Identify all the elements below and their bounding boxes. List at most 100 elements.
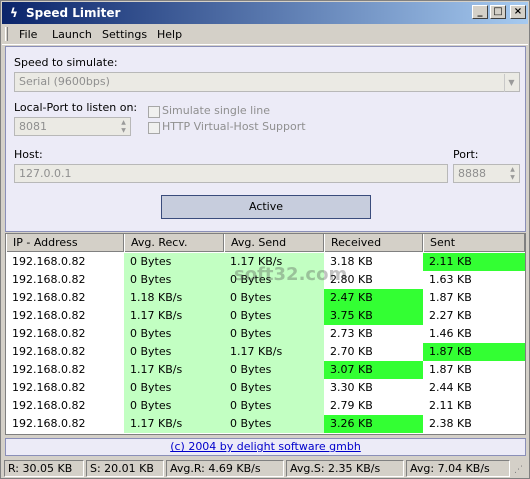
cell-received: 3.30 KB	[330, 381, 373, 394]
status-avg-total: Avg: 7.04 KB/s	[406, 460, 510, 477]
cell-avg-recv-speed: 0 Bytes	[124, 397, 224, 415]
col-received[interactable]: Received	[324, 234, 423, 252]
cell-avg-recv-speed: 0 Bytes	[124, 379, 224, 397]
cell-ip-address: 192.168.0.82	[12, 327, 86, 340]
cell-received: 2.70 KB	[330, 345, 373, 358]
app-window: ϟ Speed Limiter _ □ × File Launch Settin…	[0, 0, 530, 479]
status-received-total: R: 30.05 KB	[4, 460, 84, 477]
cell-sent: 2.27 KB	[429, 309, 472, 322]
cell-avg-recv-speed: 0 Bytes	[124, 253, 224, 271]
minimize-button[interactable]: _	[472, 5, 488, 19]
cell-sent: 1.87 KB	[429, 363, 472, 376]
cell-sent: 2.11 KB	[429, 399, 472, 412]
cell-ip-address: 192.168.0.82	[12, 399, 86, 412]
cell-avg-recv-speed: 0 Bytes	[124, 343, 224, 361]
cell-sent: 2.11 KB	[423, 253, 525, 271]
table-row[interactable]: 192.168.0.82 0 Bytes 1.17 KB/s 2.70 KB 1.87 …	[6, 343, 525, 361]
local-port-value: 8081	[19, 120, 47, 133]
local-port-spinner[interactable]: 8081 ▲ ▼	[14, 117, 131, 136]
title-bar[interactable]: ϟ Speed Limiter _ □ ×	[2, 2, 528, 24]
cell-received: 2.47 KB	[324, 289, 423, 307]
table-row[interactable]: 192.168.0.82 1.17 KB/s 0 Bytes 3.26 KB 2.38 …	[6, 415, 525, 433]
speed-label: Speed to simulate:	[14, 56, 118, 69]
watermark: soft32.com	[234, 264, 348, 285]
table-row[interactable]: 192.168.0.82 0 Bytes 0 Bytes 3.30 KB 2.44 KB	[6, 379, 525, 397]
cell-sent: 2.44 KB	[429, 381, 472, 394]
host-label: Host:	[14, 148, 43, 161]
host-value: 127.0.0.1	[19, 167, 72, 180]
col-ip-address[interactable]: IP - Address	[6, 234, 124, 252]
cell-avg-recv-speed: 1.17 KB/s	[124, 361, 224, 379]
local-port-label: Local-Port to listen on:	[14, 101, 138, 114]
footer-bar: (c) 2004 by delight software gmbh	[5, 438, 526, 456]
cell-ip-address: 192.168.0.82	[12, 273, 86, 286]
table-header: IP - Address Avg. Recv. Speed Avg. Send …	[6, 234, 525, 267]
cell-avg-send-speed: 0 Bytes	[224, 415, 324, 433]
table-row[interactable]: 192.168.0.82 1.18 KB/s 0 Bytes 2.47 KB 1.87 …	[6, 289, 525, 307]
maximize-button[interactable]: □	[490, 5, 506, 19]
status-avg-recv: Avg.R: 4.69 KB/s	[166, 460, 284, 477]
cell-avg-send-speed: 0 Bytes	[224, 307, 324, 325]
table-row[interactable]: 192.168.0.82 1.17 KB/s 0 Bytes 3.07 KB 1.87 …	[6, 361, 525, 379]
menu-bar: File Launch Settings Help	[2, 24, 528, 45]
status-sent-total: S: 20.01 KB	[86, 460, 164, 477]
menu-file[interactable]: File	[19, 27, 37, 42]
simulate-single-line-checkbox[interactable]	[148, 106, 160, 118]
table-row[interactable]: 192.168.0.82 0 Bytes 0 Bytes 2.79 KB 2.11 KB	[6, 397, 525, 415]
resize-grip-icon[interactable]: ⋰	[514, 464, 526, 476]
cell-ip-address: 192.168.0.82	[12, 381, 86, 394]
speed-select[interactable]: Serial (9600bps) ▼	[14, 72, 520, 92]
cell-sent: 2.38 KB	[429, 417, 472, 430]
host-field[interactable]: 127.0.0.1	[14, 164, 448, 183]
table-row[interactable]: 192.168.0.82 1.17 KB/s 0 Bytes 3.75 KB 2.27 …	[6, 307, 525, 325]
active-button[interactable]: Active	[161, 195, 371, 219]
spinner-arrows-icon[interactable]: ▲ ▼	[507, 166, 518, 183]
close-button[interactable]: ×	[510, 5, 526, 19]
cell-received: 3.75 KB	[324, 307, 423, 325]
copyright-link[interactable]: (c) 2004 by delight software gmbh	[170, 440, 361, 453]
menu-help[interactable]: Help	[157, 27, 182, 42]
cell-ip-address: 192.168.0.82	[12, 363, 86, 376]
window-title: Speed Limiter	[26, 6, 121, 20]
cell-received: 3.07 KB	[324, 361, 423, 379]
cell-avg-send-speed: 0 Bytes	[224, 325, 324, 343]
cell-sent: 1.87 KB	[423, 343, 525, 361]
cell-received: 2.73 KB	[330, 327, 373, 340]
cell-ip-address: 192.168.0.82	[12, 417, 86, 430]
cell-ip-address: 192.168.0.82	[12, 255, 86, 268]
toolbar-grip	[5, 27, 8, 41]
http-vhost-label: HTTP Virtual-Host Support	[162, 120, 306, 133]
cell-avg-send-speed: 0 Bytes	[224, 397, 324, 415]
cell-received: 3.26 KB	[324, 415, 423, 433]
cell-avg-send-speed: 0 Bytes	[224, 289, 324, 307]
cell-avg-send-speed: 0 Bytes	[224, 361, 324, 379]
status-bar: R: 30.05 KB S: 20.01 KB Avg.R: 4.69 KB/s…	[2, 458, 528, 478]
lightning-icon[interactable]: ϟ	[6, 5, 22, 21]
host-port-label: Port:	[453, 148, 479, 161]
cell-avg-recv-speed: 0 Bytes	[124, 325, 224, 343]
cell-ip-address: 192.168.0.82	[12, 309, 86, 322]
cell-avg-recv-speed: 1.17 KB/s	[124, 307, 224, 325]
status-avg-send: Avg.S: 2.35 KB/s	[286, 460, 404, 477]
spinner-arrows-icon[interactable]: ▲ ▼	[118, 119, 129, 136]
chevron-down-icon[interactable]: ▼	[504, 74, 518, 92]
menu-launch[interactable]: Launch	[52, 27, 92, 42]
cell-sent: 1.63 KB	[429, 273, 472, 286]
host-port-spinner[interactable]: 8888 ▲ ▼	[453, 164, 520, 183]
cell-received: 2.79 KB	[330, 399, 373, 412]
cell-ip-address: 192.168.0.82	[12, 345, 86, 358]
connections-table: IP - Address Avg. Recv. Speed Avg. Send …	[5, 233, 526, 435]
cell-avg-recv-speed: 1.18 KB/s	[124, 289, 224, 307]
table-row[interactable]: 192.168.0.82 0 Bytes 0 Bytes 2.73 KB 1.46 KB	[6, 325, 525, 343]
menu-settings[interactable]: Settings	[102, 27, 147, 42]
col-sent[interactable]: Sent	[423, 234, 525, 252]
simulate-single-line-label: Simulate single line	[162, 104, 271, 117]
cell-avg-send-speed: 0 Bytes	[224, 379, 324, 397]
col-avg-recv-speed[interactable]: Avg. Recv. Speed	[124, 234, 224, 267]
http-vhost-checkbox[interactable]	[148, 122, 160, 134]
cell-avg-send-speed: 1.17 KB/s	[224, 343, 324, 361]
speed-select-value: Serial (9600bps)	[19, 75, 110, 88]
cell-ip-address: 192.168.0.82	[12, 291, 86, 304]
col-avg-send-speed[interactable]: Avg. Send Speed	[224, 234, 324, 267]
cell-avg-recv-speed: 1.17 KB/s	[124, 415, 224, 433]
